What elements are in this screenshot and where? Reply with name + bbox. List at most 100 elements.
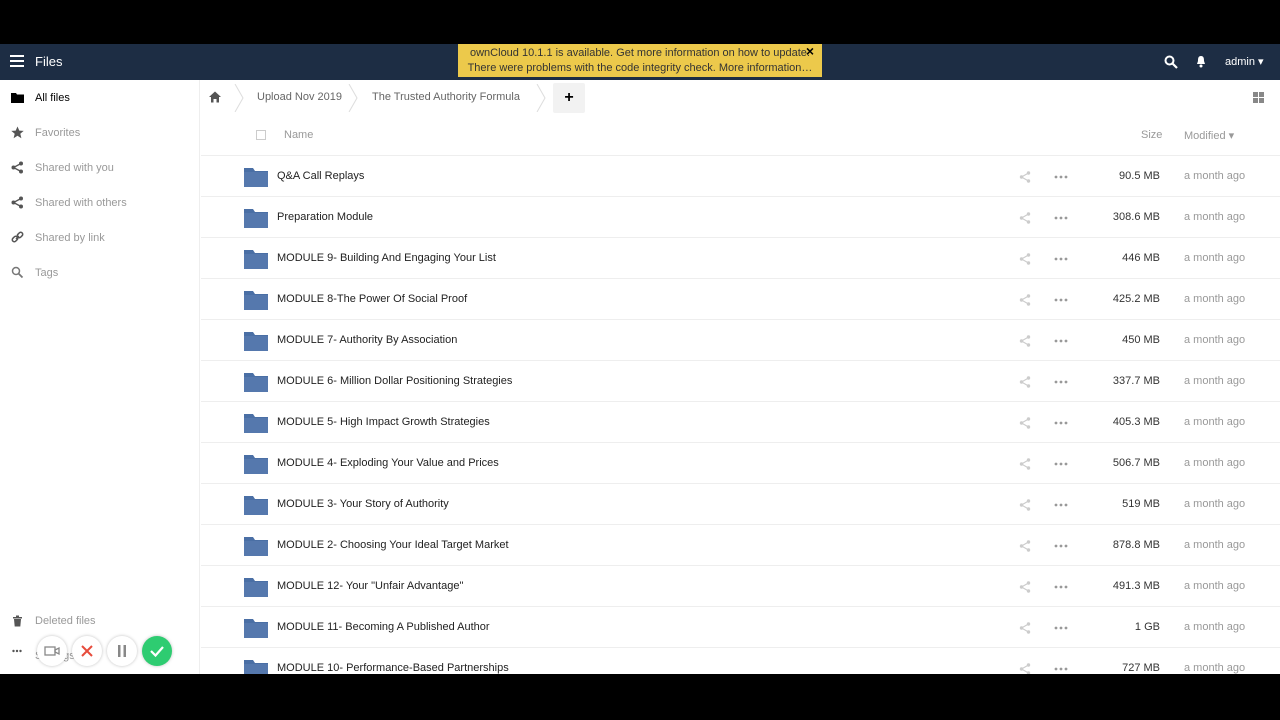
more-options-button[interactable]	[5, 639, 29, 663]
new-button[interactable]: +	[553, 83, 585, 113]
file-name[interactable]: MODULE 12- Your "Unfair Advantage"	[277, 580, 463, 592]
file-name[interactable]: MODULE 8-The Power Of Social Proof	[277, 293, 467, 305]
table-row[interactable]: Q&A Call Replays 90.5 MB a month ago	[201, 156, 1280, 197]
share-icon[interactable]	[1019, 417, 1031, 429]
table-row[interactable]: MODULE 2- Choosing Your Ideal Target Mar…	[201, 525, 1280, 566]
sidebar-item-shared-by-link[interactable]: Shared by link	[0, 223, 200, 253]
breadcrumb-separator-icon	[348, 84, 358, 112]
more-actions-icon[interactable]	[1054, 499, 1068, 511]
more-actions-icon[interactable]	[1054, 622, 1068, 634]
file-size: 90.5 MB	[1119, 170, 1160, 182]
share-icon[interactable]	[1019, 376, 1031, 388]
share-icon[interactable]	[1019, 663, 1031, 674]
table-row[interactable]: MODULE 11- Becoming A Published Author 1 …	[201, 607, 1280, 648]
file-name[interactable]: Q&A Call Replays	[277, 170, 364, 182]
more-actions-icon[interactable]	[1054, 171, 1068, 183]
notification-update-text[interactable]: ownCloud 10.1.1 is available. Get more i…	[458, 46, 822, 61]
search-icon[interactable]	[1164, 55, 1178, 69]
menu-icon[interactable]	[10, 55, 24, 67]
more-actions-icon[interactable]	[1054, 294, 1068, 306]
more-actions-icon[interactable]	[1054, 253, 1068, 265]
sidebar-item-label: All files	[35, 92, 70, 104]
more-actions-icon[interactable]	[1054, 376, 1068, 388]
more-actions-icon[interactable]	[1054, 663, 1068, 674]
more-actions-icon[interactable]	[1054, 540, 1068, 552]
table-row[interactable]: MODULE 7- Authority By Association 450 MB…	[201, 320, 1280, 361]
user-menu[interactable]: admin ▾	[1225, 55, 1264, 68]
select-all-checkbox[interactable]	[256, 130, 266, 140]
grid-view-icon[interactable]	[1253, 92, 1264, 103]
sidebar-item-tags[interactable]: Tags	[0, 258, 200, 288]
file-modified: a month ago	[1184, 334, 1246, 346]
file-size: 450 MB	[1122, 334, 1160, 346]
link-icon	[11, 231, 24, 243]
folder-icon	[244, 578, 268, 597]
file-name[interactable]: MODULE 6- Million Dollar Positioning Str…	[277, 375, 512, 387]
share-icon[interactable]	[1019, 335, 1031, 347]
notification-integrity-text[interactable]: There were problems with the code integr…	[458, 61, 822, 76]
home-icon[interactable]	[209, 91, 221, 103]
sidebar-item-shared-with-others[interactable]: Shared with others	[0, 188, 200, 218]
more-actions-icon[interactable]	[1054, 417, 1068, 429]
file-size: 405.3 MB	[1112, 416, 1160, 428]
share-icon[interactable]	[1019, 622, 1031, 634]
trash-icon	[13, 615, 22, 627]
sidebar-item-all-files[interactable]: All files	[0, 83, 200, 113]
more-actions-icon[interactable]	[1054, 581, 1068, 593]
sidebar-item-shared-with-you[interactable]: Shared with you	[0, 153, 200, 183]
pause-recording-button[interactable]	[107, 636, 137, 666]
share-icon[interactable]	[1019, 458, 1031, 470]
file-modified: a month ago	[1184, 457, 1246, 469]
file-modified: a month ago	[1184, 211, 1246, 223]
table-row[interactable]: MODULE 3- Your Story of Authority 519 MB a…	[201, 484, 1280, 525]
share-icon[interactable]	[1019, 499, 1031, 511]
modified-column-header[interactable]: Modified ▾	[1184, 129, 1234, 142]
file-name[interactable]: MODULE 4- Exploding Your Value and Price…	[277, 457, 499, 469]
share-icon[interactable]	[1019, 294, 1031, 306]
file-list-panel: Upload Nov 2019 The Trusted Authority Fo…	[201, 80, 1280, 674]
table-row[interactable]: Preparation Module 308.6 MB a month ago	[201, 197, 1280, 238]
cancel-recording-button[interactable]	[72, 636, 102, 666]
share-icon[interactable]	[1019, 212, 1031, 224]
camera-toggle-button[interactable]	[37, 636, 67, 666]
table-row[interactable]: MODULE 8-The Power Of Social Proof 425.2 …	[201, 279, 1280, 320]
file-name[interactable]: MODULE 9- Building And Engaging Your Lis…	[277, 252, 496, 264]
file-name[interactable]: MODULE 3- Your Story of Authority	[277, 498, 449, 510]
update-notification[interactable]: ownCloud 10.1.1 is available. Get more i…	[458, 44, 822, 77]
table-row[interactable]: MODULE 5- High Impact Growth Strategies 4…	[201, 402, 1280, 443]
table-row[interactable]: MODULE 10- Performance-Based Partnership…	[201, 648, 1280, 674]
file-name[interactable]: MODULE 2- Choosing Your Ideal Target Mar…	[277, 539, 509, 551]
file-name[interactable]: MODULE 11- Becoming A Published Author	[277, 621, 490, 633]
sidebar-item-favorites[interactable]: Favorites	[0, 118, 200, 148]
sidebar-item-deleted-files[interactable]: Deleted files	[0, 606, 200, 636]
file-name[interactable]: MODULE 5- High Impact Growth Strategies	[277, 416, 490, 428]
file-modified: a month ago	[1184, 375, 1246, 387]
size-column-header[interactable]: Size	[1141, 129, 1162, 141]
more-actions-icon[interactable]	[1054, 335, 1068, 347]
breadcrumb-upload-nov-2019[interactable]: Upload Nov 2019	[257, 91, 342, 103]
file-name[interactable]: MODULE 10- Performance-Based Partnership…	[277, 662, 509, 674]
name-column-header[interactable]: Name	[284, 129, 313, 141]
app-title[interactable]: Files	[35, 54, 62, 69]
share-icon[interactable]	[1019, 540, 1031, 552]
file-name[interactable]: Preparation Module	[277, 211, 373, 223]
file-size: 727 MB	[1122, 662, 1160, 674]
file-modified: a month ago	[1184, 170, 1246, 182]
share-icon[interactable]	[1019, 581, 1031, 593]
bell-icon[interactable]	[1195, 55, 1207, 68]
table-row[interactable]: MODULE 4- Exploding Your Value and Price…	[201, 443, 1280, 484]
finish-recording-button[interactable]	[142, 636, 172, 666]
more-actions-icon[interactable]	[1054, 458, 1068, 470]
share-icon[interactable]	[1019, 253, 1031, 265]
close-icon[interactable]: ×	[806, 44, 814, 59]
table-row[interactable]: MODULE 12- Your "Unfair Advantage" 491.3 …	[201, 566, 1280, 607]
table-row[interactable]: MODULE 9- Building And Engaging Your Lis…	[201, 238, 1280, 279]
file-table-header: Name Size Modified ▾	[201, 116, 1280, 156]
file-modified: a month ago	[1184, 498, 1246, 510]
file-name[interactable]: MODULE 7- Authority By Association	[277, 334, 457, 346]
close-icon	[81, 645, 93, 657]
share-icon[interactable]	[1019, 171, 1031, 183]
table-row[interactable]: MODULE 6- Million Dollar Positioning Str…	[201, 361, 1280, 402]
more-actions-icon[interactable]	[1054, 212, 1068, 224]
breadcrumb-trusted-authority-formula[interactable]: The Trusted Authority Formula	[372, 91, 520, 103]
